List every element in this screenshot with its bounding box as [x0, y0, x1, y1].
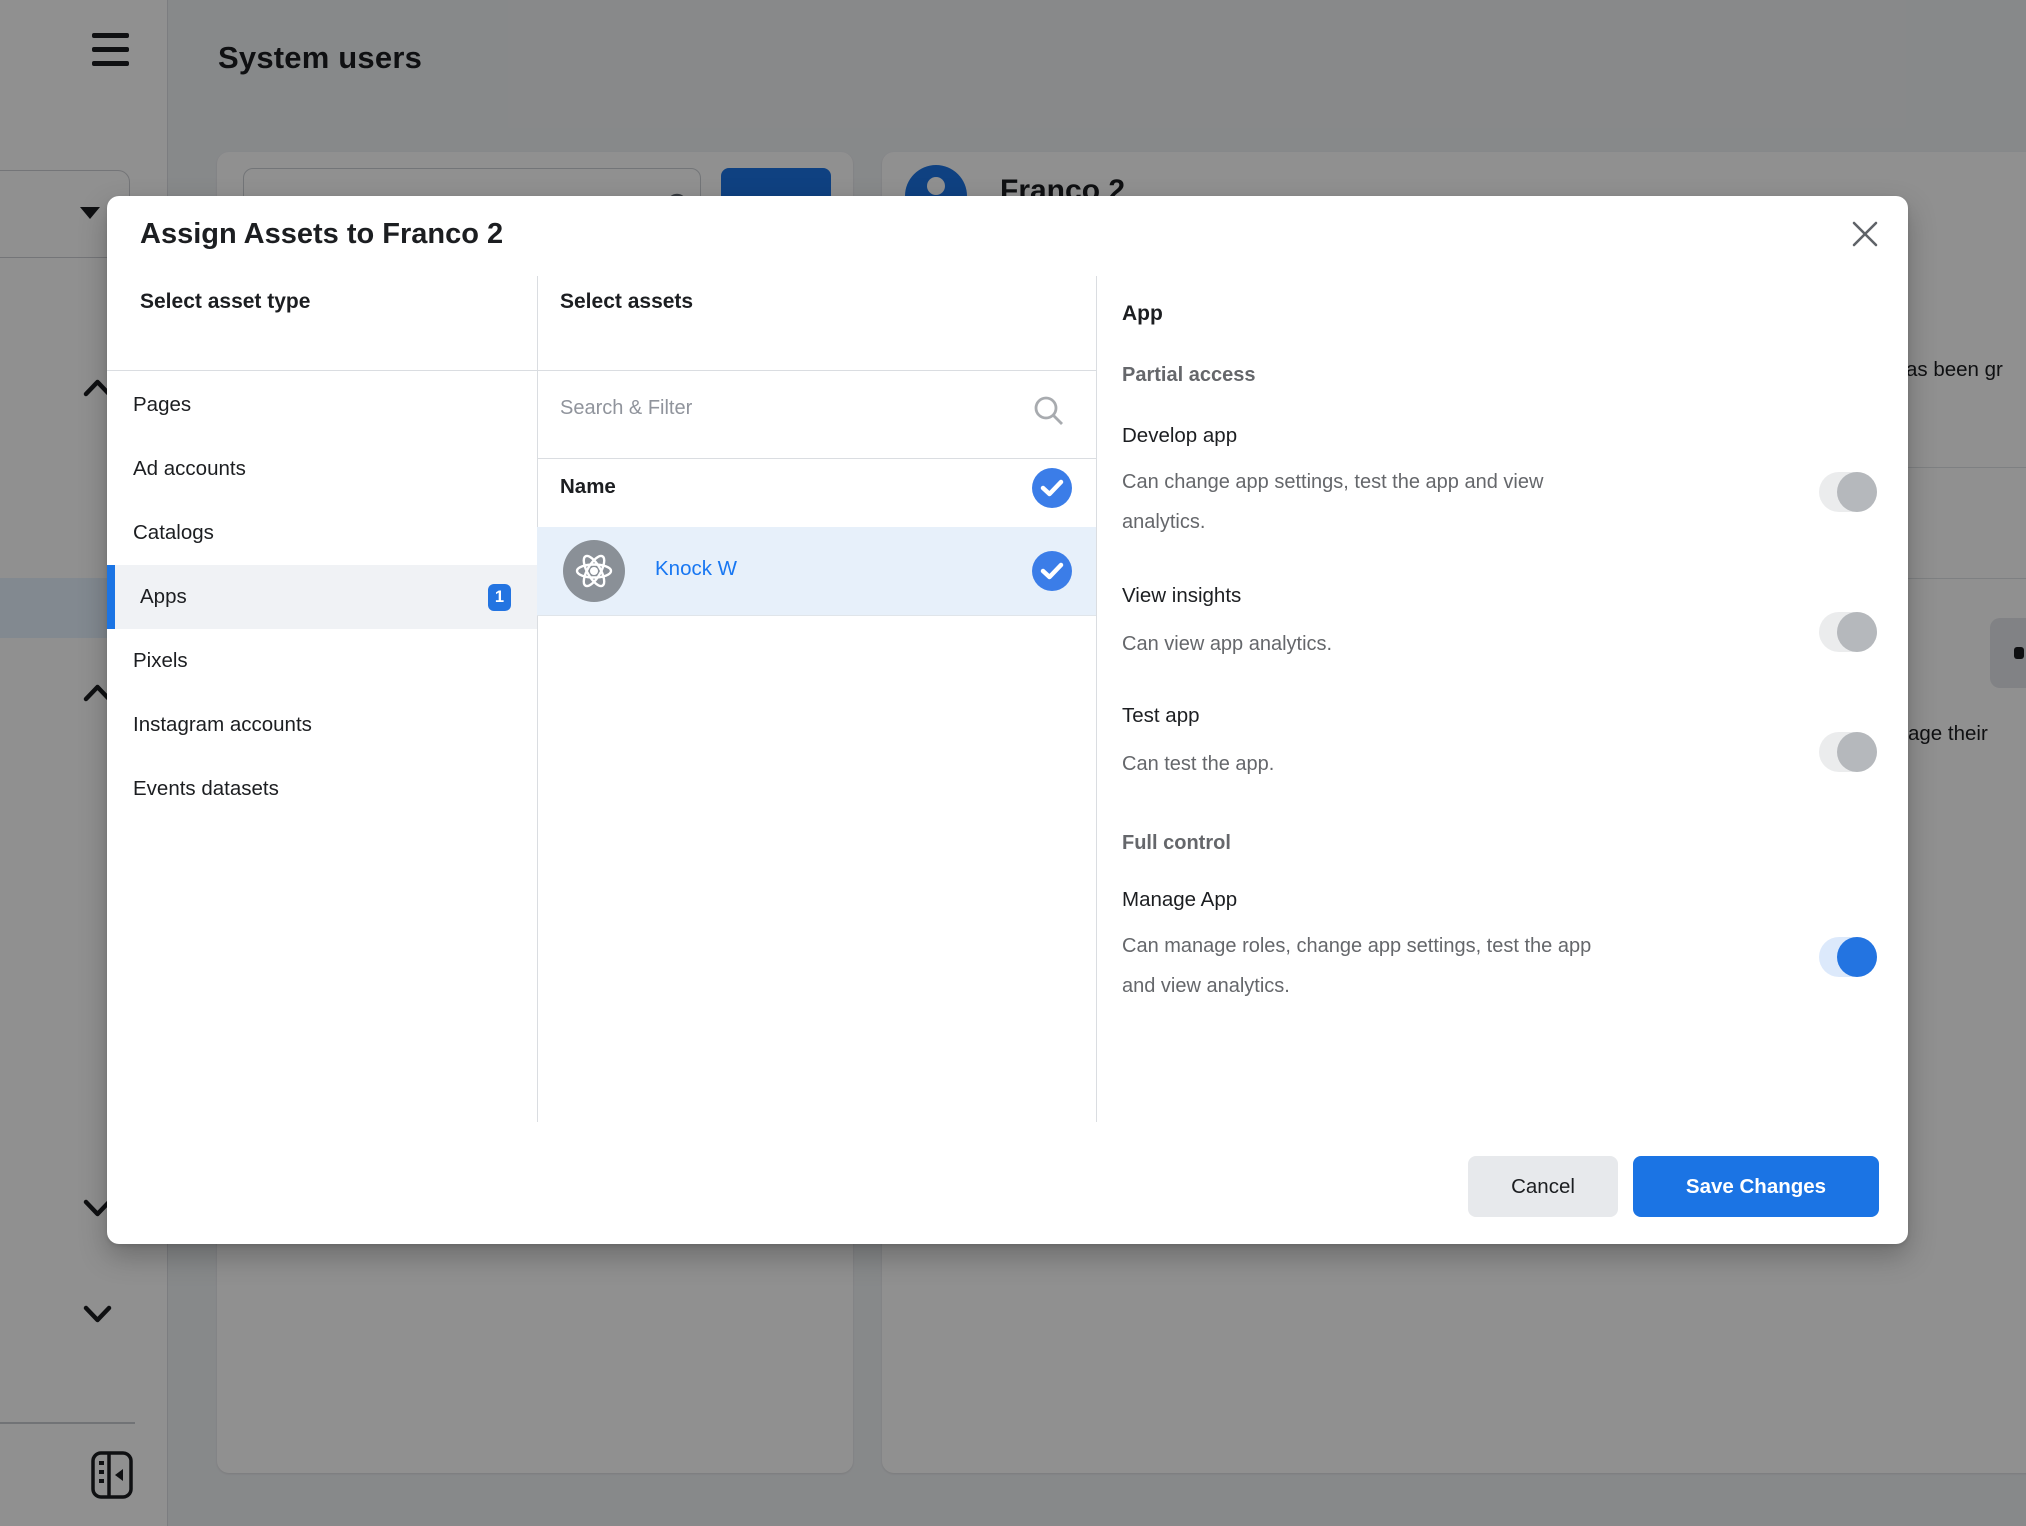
develop-app-toggle[interactable] — [1819, 472, 1877, 512]
section-partial-access: Partial access — [1122, 364, 1255, 387]
search-icon — [1032, 394, 1066, 428]
check-icon — [1040, 561, 1064, 581]
asset-type-pixels[interactable]: Pixels — [107, 629, 537, 693]
select-all-checkbox[interactable] — [1032, 468, 1072, 508]
asset-type-pages[interactable]: Pages — [107, 373, 537, 437]
toggle-knob — [1837, 937, 1877, 977]
permission-view-insights-label: View insights — [1122, 584, 1241, 608]
app-avatar — [563, 540, 625, 602]
column-divider — [537, 276, 538, 1122]
view-insights-toggle[interactable] — [1819, 612, 1877, 652]
assets-column-header: Select assets — [560, 290, 693, 314]
column-divider — [1096, 276, 1097, 1122]
asset-type-ad-accounts[interactable]: Ad accounts — [107, 437, 537, 501]
close-button[interactable] — [1843, 212, 1887, 256]
asset-type-catalogs[interactable]: Catalogs — [107, 501, 537, 565]
permission-test-app-label: Test app — [1122, 704, 1200, 728]
close-icon — [1850, 219, 1880, 249]
apps-count-badge: 1 — [488, 584, 511, 611]
permission-view-insights-description: Can view app analytics. — [1122, 624, 1742, 664]
asset-row-knock-w[interactable]: Knock W — [537, 527, 1096, 616]
permission-develop-app-description: Can change app settings, test the app an… — [1122, 462, 1742, 542]
assign-assets-dialog: Assign Assets to Franco 2 Select asset t… — [107, 196, 1908, 1244]
selected-indicator-bar — [107, 565, 115, 629]
asset-type-apps[interactable]: Apps 1 — [107, 565, 537, 629]
toggle-knob — [1837, 612, 1877, 652]
atom-icon — [572, 549, 616, 593]
save-changes-button[interactable]: Save Changes — [1633, 1156, 1879, 1217]
asset-checkbox[interactable] — [1032, 551, 1072, 591]
name-column-header: Name — [560, 475, 616, 499]
permission-develop-app-label: Develop app — [1122, 424, 1237, 448]
search-filter-input[interactable] — [560, 386, 1000, 430]
check-icon — [1040, 478, 1064, 498]
permission-test-app-description: Can test the app. — [1122, 744, 1742, 784]
permissions-column-header: App — [1122, 302, 1163, 326]
toggle-knob — [1837, 472, 1877, 512]
asset-type-instagram-accounts[interactable]: Instagram accounts — [107, 693, 537, 757]
dialog-title: Assign Assets to Franco 2 — [140, 218, 503, 251]
header-divider — [107, 370, 1097, 371]
cancel-button[interactable]: Cancel — [1468, 1156, 1618, 1217]
permission-manage-app-description: Can manage roles, change app settings, t… — [1122, 926, 1742, 1006]
permission-manage-app-label: Manage App — [1122, 888, 1237, 912]
toggle-knob — [1837, 732, 1877, 772]
section-full-control: Full control — [1122, 832, 1231, 855]
asset-name: Knock W — [655, 557, 737, 581]
test-app-toggle[interactable] — [1819, 732, 1877, 772]
manage-app-toggle[interactable] — [1819, 937, 1877, 977]
asset-type-events-datasets[interactable]: Events datasets — [107, 757, 537, 821]
divider — [537, 458, 1096, 459]
asset-type-column-header: Select asset type — [140, 290, 310, 314]
